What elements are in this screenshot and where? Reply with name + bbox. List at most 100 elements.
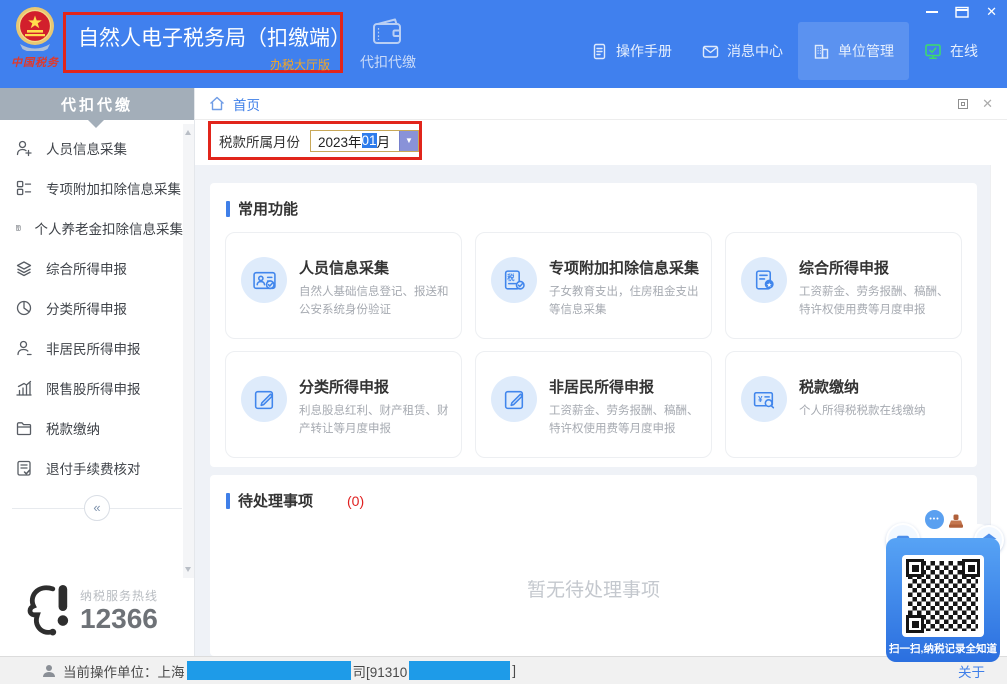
module-tab-label: 代扣代缴 <box>360 52 416 72</box>
annotation-box-month: 税款所属月份 2023年01月 ▼ <box>208 121 422 160</box>
nav-online-status[interactable]: 在线 <box>909 22 993 80</box>
sidebar-item-classified-income[interactable]: 分类所得申报 <box>0 288 183 328</box>
nav-manual-label: 操作手册 <box>616 41 672 61</box>
tax-month-input[interactable]: 2023年01月 ▼ <box>310 130 419 152</box>
edit-icon <box>252 387 277 412</box>
qr-panel: 扫一扫,纳税记录全知道 <box>886 538 1000 662</box>
card-icon-wrap <box>241 376 287 422</box>
maximize-icon <box>955 6 969 18</box>
card-title: 分类所得申报 <box>299 376 451 397</box>
card-title: 税款缴纳 <box>799 376 926 397</box>
sidebar-item-label: 非居民所得申报 <box>46 338 141 358</box>
sidebar-item-special-deduction[interactable]: 专项附加扣除信息采集 <box>0 168 183 208</box>
tab-close-button[interactable]: ✕ <box>982 96 993 112</box>
qr-finder-icon <box>962 559 980 577</box>
hotline-number: 12366 <box>80 604 158 633</box>
common-functions-header: 常用功能 <box>210 183 977 219</box>
sidebar-item-personnel-info[interactable]: 人员信息采集 <box>0 128 183 168</box>
card-icon-wrap: ¥ <box>741 376 787 422</box>
todo-count-badge: (0) <box>347 493 364 509</box>
card-title: 综合所得申报 <box>799 257 951 278</box>
sidebar-menu: 人员信息采集 专项附加扣除信息采集 ¥ 个人养老金扣除信息采集 <box>0 128 183 488</box>
card-classified-income[interactable]: 分类所得申报 利息股息红利、财产租赁、财产转让等月度申报 <box>225 351 462 458</box>
sidebar-scrollbar[interactable] <box>183 124 194 578</box>
hotline-label: 纳税服务热线 <box>80 587 158 604</box>
date-suffix: 月 <box>377 131 391 151</box>
header-bar: 中国税务 自然人电子税务局（扣缴端） 办税大厅版 代扣代缴 ✕ <box>0 0 1007 88</box>
common-functions-panel: 常用功能 <box>210 183 977 467</box>
sidebar-header: 代扣代缴 <box>0 88 194 120</box>
sidebar-collapse-button[interactable]: « <box>84 495 110 521</box>
card-title: 专项附加扣除信息采集 <box>549 257 701 278</box>
sidebar-item-label: 限售股所得申报 <box>46 378 141 398</box>
nav-message-center[interactable]: 消息中心 <box>687 22 798 80</box>
header-nav: 操作手册 消息中心 单位管理 <box>576 22 993 80</box>
card-nonresident-income[interactable]: 非居民所得申报 工资薪金、劳务报酬、稿酬、特许权使用费等月度申报 <box>475 351 712 458</box>
tab-bar: 首页 ✕ <box>195 88 1007 120</box>
window-close-button[interactable]: ✕ <box>986 5 997 19</box>
tab-window-controls: ✕ <box>958 96 993 112</box>
company-icon <box>813 43 830 60</box>
sidebar-item-tax-payment[interactable]: 税款缴纳 <box>0 408 183 448</box>
svg-text:税: 税 <box>507 272 515 281</box>
sidebar-item-refund-fee-check[interactable]: 退付手续费核对 <box>0 448 183 488</box>
svg-text:¥: ¥ <box>758 395 763 404</box>
person-icon <box>15 339 33 357</box>
date-prefix: 2023年 <box>318 131 362 151</box>
app-subtitle: 办税大厅版 <box>78 56 330 73</box>
sidebar-item-comprehensive-income[interactable]: 综合所得申报 <box>0 248 183 288</box>
card-desc: 工资薪金、劳务报酬、稿酬、特许权使用费等月度申报 <box>549 403 701 439</box>
sidebar-item-label: 综合所得申报 <box>46 258 127 278</box>
sidebar-item-label: 专项附加扣除信息采集 <box>46 178 181 198</box>
chevron-down-icon: ▼ <box>405 136 413 145</box>
annotation-box-title: 自然人电子税务局（扣缴端） 办税大厅版 <box>63 12 343 73</box>
tab-home[interactable]: 首页 <box>233 94 260 114</box>
window-maximize-button[interactable] <box>955 6 969 18</box>
nav-manual[interactable]: 操作手册 <box>576 22 687 80</box>
tax-month-label: 税款所属月份 <box>219 131 300 151</box>
bar-chart-icon <box>15 379 33 397</box>
sidebar-item-pension-deduction[interactable]: ¥ 个人养老金扣除信息采集 <box>0 208 183 248</box>
logo-caption: 中国税务 <box>7 54 63 70</box>
sidebar-item-restricted-shares[interactable]: 限售股所得申报 <box>0 368 183 408</box>
qr-caption: 扫一扫,纳税记录全知道 <box>886 641 1000 656</box>
card-title: 非居民所得申报 <box>549 376 701 397</box>
wallet-icon <box>15 419 33 437</box>
doc-star-icon: ★ <box>752 268 777 293</box>
sidebar-item-nonresident-income[interactable]: 非居民所得申报 <box>0 328 183 368</box>
wallet-icon <box>371 17 405 47</box>
status-bar: 当前操作单位：上海 司[91310 ] 关于 <box>0 656 1007 684</box>
card-desc: 子女教育支出，住房租金支出等信息采集 <box>549 284 701 320</box>
card-icon-wrap <box>241 257 287 303</box>
todo-empty-text: 暂无待处理事项 <box>210 575 977 602</box>
card-tax-payment[interactable]: ¥ 税款缴纳 个人所得税税款在线缴纳 <box>725 351 962 458</box>
card-special-deduction[interactable]: 税 专项附加扣除信息采集 子女教育支出，住房租金支出等信息采集 <box>475 232 712 339</box>
manual-icon <box>591 43 608 60</box>
scroll-up-icon[interactable] <box>185 127 191 135</box>
module-tab-withholding[interactable]: 代扣代缴 <box>347 0 429 88</box>
window-minimize-button[interactable] <box>926 11 938 13</box>
qr-widget[interactable]: ••• ¥ 扫一扫,纳税记录全知道 <box>886 508 1004 662</box>
yuan-search-icon: ¥ <box>752 387 777 412</box>
card-comprehensive-income[interactable]: ★ 综合所得申报 工资薪金、劳务报酬、稿酬、特许权使用费等月度申报 <box>725 232 962 339</box>
todo-header: 待处理事项 (0) <box>210 475 977 511</box>
card-personnel-info[interactable]: 人员信息采集 自然人基础信息登记、报送和公安系统身份验证 <box>225 232 462 339</box>
month-dropdown-button[interactable]: ▼ <box>399 131 418 151</box>
qr-code <box>902 555 984 637</box>
sidebar-item-label: 税款缴纳 <box>46 418 100 438</box>
hotline-block: 纳税服务热线 12366 <box>24 582 158 638</box>
about-link[interactable]: 关于 <box>958 661 985 681</box>
dots-bubble-icon: ••• <box>924 509 945 530</box>
qr-finder-icon <box>906 559 924 577</box>
nav-company-management[interactable]: 单位管理 <box>798 22 909 80</box>
sidebar-item-label: 人员信息采集 <box>46 138 127 158</box>
sidebar: 代扣代缴 人员信息采集 专项附加扣除信息采集 <box>0 88 195 656</box>
qr-finder-icon <box>906 615 924 633</box>
nav-company-management-label: 单位管理 <box>838 41 894 61</box>
filter-bar: 税款所属月份 2023年01月 ▼ <box>195 120 1007 165</box>
message-icon <box>702 43 719 60</box>
scroll-down-icon[interactable] <box>185 567 191 575</box>
stamp-icon <box>946 513 966 531</box>
tab-restore-button[interactable] <box>958 99 968 109</box>
redaction-block <box>409 661 510 680</box>
